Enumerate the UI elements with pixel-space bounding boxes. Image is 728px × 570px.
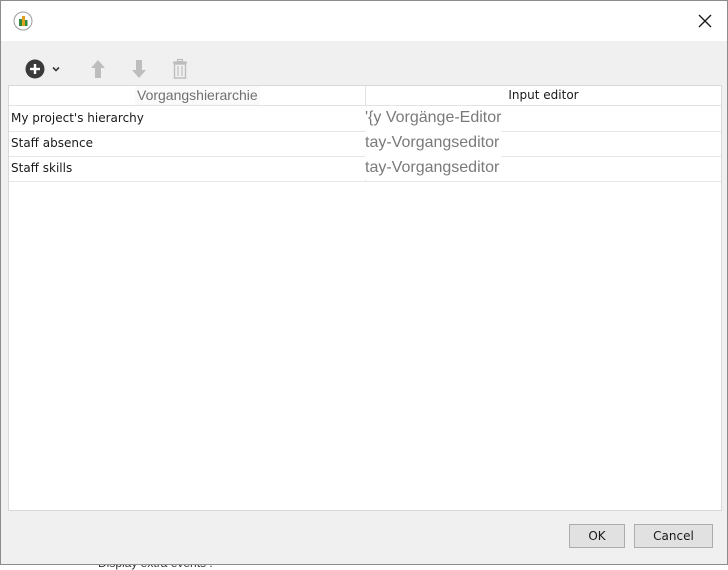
cancel-button[interactable]: Cancel <box>634 524 713 548</box>
process-table: Vorgangshierarchie Input editor My proje… <box>8 85 722 511</box>
row-editor-value: tay-Vorgangseditor <box>365 156 502 180</box>
plus-circle-icon <box>25 59 45 79</box>
row-editor-value: '{y Vorgänge-Editor <box>365 106 504 130</box>
row-editor-cell[interactable]: tay-Vorgangseditor <box>365 156 721 181</box>
table-row[interactable]: My project's hierarchy '{y Vorgänge-Edit… <box>9 106 721 132</box>
column-header-input-editor[interactable]: Input editor <box>365 86 721 105</box>
row-editor-cell[interactable]: '{y Vorgänge-Editor <box>365 106 721 131</box>
title-bar <box>1 1 727 41</box>
trash-icon <box>173 58 187 79</box>
move-up-button[interactable] <box>89 57 107 81</box>
table-row[interactable]: Staff absence tay-Vorgangseditor <box>9 131 721 157</box>
close-button[interactable] <box>687 5 723 37</box>
table-header: Vorgangshierarchie Input editor <box>9 86 721 106</box>
arrow-down-icon <box>132 60 146 78</box>
arrow-up-icon <box>91 60 105 78</box>
row-name-cell: Staff skills <box>11 161 73 175</box>
ok-button[interactable]: OK <box>569 524 625 548</box>
chevron-down-icon <box>52 66 60 72</box>
column-header-hierarchy[interactable]: Vorgangshierarchie <box>135 86 260 105</box>
table-row[interactable]: Staff skills tay-Vorgangseditor <box>9 156 721 182</box>
row-editor-value: tay-Vorgangseditor <box>365 131 502 155</box>
dialog-window: Vorgangshierarchie Input editor My proje… <box>0 0 728 565</box>
move-down-button[interactable] <box>130 57 148 81</box>
row-name-cell: My project's hierarchy <box>11 111 144 125</box>
row-editor-cell[interactable]: tay-Vorgangseditor <box>365 131 721 156</box>
delete-button[interactable] <box>171 57 189 81</box>
close-icon <box>698 14 712 28</box>
add-button[interactable] <box>23 57 65 81</box>
row-name-cell: Staff absence <box>11 136 93 150</box>
toolbar <box>9 49 719 85</box>
app-icon <box>13 11 33 31</box>
